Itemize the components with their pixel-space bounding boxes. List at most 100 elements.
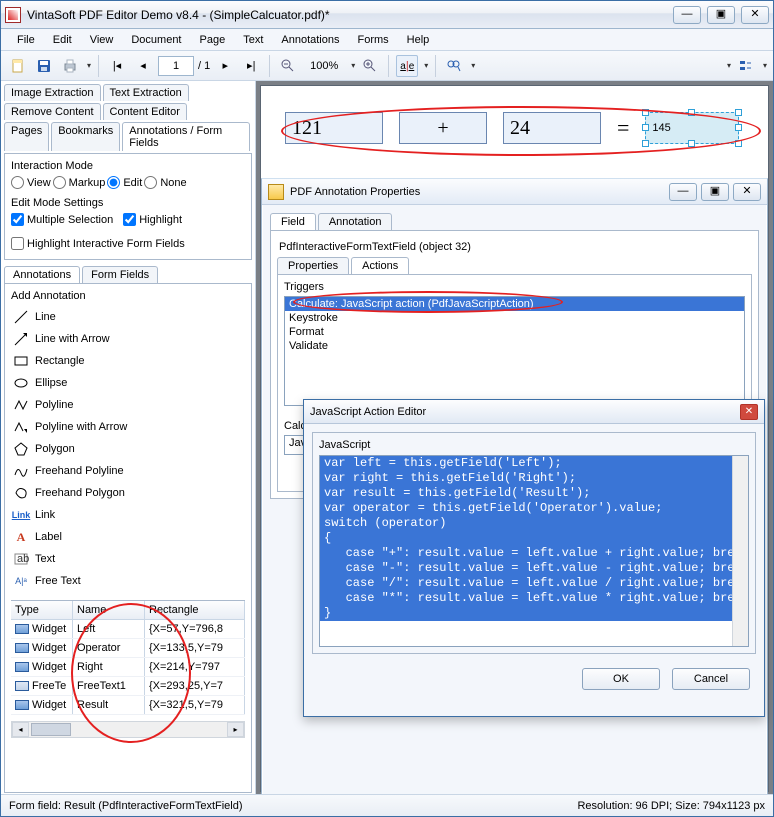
code-editor[interactable]: var left = this.getField('Left'); var ri… xyxy=(319,455,749,647)
field-left[interactable]: 121 xyxy=(285,112,383,144)
field-right[interactable]: 24 xyxy=(503,112,601,144)
annotation-rectangle[interactable]: Rectangle xyxy=(11,350,245,372)
menu-help[interactable]: Help xyxy=(399,32,438,48)
minimize-button[interactable]: — xyxy=(669,183,697,201)
annotation-freehand-polygon[interactable]: Freehand Polygon xyxy=(11,482,245,504)
trigger-keystroke[interactable]: Keystroke xyxy=(285,311,744,325)
scroll-thumb[interactable] xyxy=(31,723,71,736)
horizontal-scrollbar[interactable]: ◂ ▸ xyxy=(11,721,245,738)
tab-form-fields-inner[interactable]: Form Fields xyxy=(82,266,158,283)
zoom-in-icon[interactable] xyxy=(359,55,381,77)
prev-page-icon[interactable]: ◂ xyxy=(132,55,154,77)
annotation-text[interactable]: abText xyxy=(11,548,245,570)
menu-view[interactable]: View xyxy=(82,32,122,48)
trigger-calculate[interactable]: Calculate: JavaScript action (PdfJavaScr… xyxy=(285,297,744,311)
tab-annotation[interactable]: Annotation xyxy=(318,213,393,230)
tab-text-extraction[interactable]: Text Extraction xyxy=(103,84,189,101)
chevron-down-icon[interactable]: ▾ xyxy=(424,61,428,70)
field-result[interactable]: 145 xyxy=(645,112,739,144)
annotation-polygon[interactable]: Polygon xyxy=(11,438,245,460)
table-row[interactable]: WidgetOperator{X=133,5,Y=79 xyxy=(11,639,245,658)
text-select-icon[interactable]: a|e xyxy=(396,55,418,77)
close-button[interactable]: ✕ xyxy=(740,404,758,420)
close-button[interactable]: ✕ xyxy=(733,183,761,201)
table-row[interactable]: FreeTeFreeText1{X=293,25,Y=7 xyxy=(11,677,245,696)
table-row[interactable]: WidgetRight{X=214,Y=797 xyxy=(11,658,245,677)
resize-handle[interactable] xyxy=(688,109,695,116)
resize-handle[interactable] xyxy=(735,124,742,131)
col-rectangle[interactable]: Rectangle xyxy=(145,601,245,619)
resize-handle[interactable] xyxy=(735,109,742,116)
tab-pages[interactable]: Pages xyxy=(4,122,49,151)
resize-handle[interactable] xyxy=(642,109,649,116)
resize-handle[interactable] xyxy=(642,124,649,131)
annotation-link[interactable]: LinkLink xyxy=(11,504,245,526)
chevron-down-icon[interactable]: ▾ xyxy=(351,61,355,70)
tab-image-extraction[interactable]: Image Extraction xyxy=(4,84,101,101)
resize-handle[interactable] xyxy=(735,140,742,147)
save-icon[interactable] xyxy=(33,55,55,77)
scroll-left-icon[interactable]: ◂ xyxy=(12,722,29,737)
annotation-free-text[interactable]: A|ᵃFree Text xyxy=(11,570,245,592)
tab-actions[interactable]: Actions xyxy=(351,257,409,274)
checkbox-highlight[interactable]: Highlight xyxy=(123,213,182,226)
annotation-ellipse[interactable]: Ellipse xyxy=(11,372,245,394)
annotation-polyline[interactable]: Polyline xyxy=(11,394,245,416)
trigger-format[interactable]: Format xyxy=(285,325,744,339)
tab-bookmarks[interactable]: Bookmarks xyxy=(51,122,120,151)
find-icon[interactable] xyxy=(443,55,465,77)
col-name[interactable]: Name xyxy=(73,601,145,619)
tab-remove-content[interactable]: Remove Content xyxy=(4,103,101,120)
menu-text[interactable]: Text xyxy=(235,32,271,48)
trigger-validate[interactable]: Validate xyxy=(285,339,744,353)
maximize-button[interactable]: ▣ xyxy=(707,6,735,24)
settings-icon[interactable] xyxy=(735,55,757,77)
cancel-button[interactable]: Cancel xyxy=(672,668,750,690)
annotation-line-arrow[interactable]: Line with Arrow xyxy=(11,328,245,350)
menu-file[interactable]: File xyxy=(9,32,43,48)
menu-annotations[interactable]: Annotations xyxy=(273,32,347,48)
menu-document[interactable]: Document xyxy=(123,32,189,48)
checkbox-highlight-fields[interactable]: Highlight Interactive Form Fields xyxy=(11,237,245,250)
triggers-list[interactable]: Calculate: JavaScript action (PdfJavaScr… xyxy=(284,296,745,406)
tab-annotations-form-fields[interactable]: Annotations / Form Fields xyxy=(122,122,250,151)
table-row[interactable]: WidgetResult{X=321,5,Y=79 xyxy=(11,696,245,715)
maximize-button[interactable]: ▣ xyxy=(701,183,729,201)
tab-annotations-inner[interactable]: Annotations xyxy=(4,266,80,283)
chevron-down-icon[interactable]: ▾ xyxy=(727,61,731,70)
field-operator[interactable]: + xyxy=(399,112,487,144)
resize-handle[interactable] xyxy=(642,140,649,147)
tab-field[interactable]: Field xyxy=(270,213,316,230)
annotation-polyline-arrow[interactable]: Polyline with Arrow xyxy=(11,416,245,438)
menu-page[interactable]: Page xyxy=(192,32,234,48)
annotation-freehand-polyline[interactable]: Freehand Polyline xyxy=(11,460,245,482)
resize-handle[interactable] xyxy=(688,140,695,147)
menu-edit[interactable]: Edit xyxy=(45,32,80,48)
chevron-down-icon[interactable]: ▾ xyxy=(763,61,767,70)
tab-content-editor[interactable]: Content Editor xyxy=(103,103,187,120)
menu-forms[interactable]: Forms xyxy=(350,32,397,48)
scroll-right-icon[interactable]: ▸ xyxy=(227,722,244,737)
annotation-label[interactable]: ALabel xyxy=(11,526,245,548)
minimize-button[interactable]: — xyxy=(673,6,701,24)
tab-properties[interactable]: Properties xyxy=(277,257,349,274)
zoom-out-icon[interactable] xyxy=(277,55,299,77)
col-type[interactable]: Type xyxy=(11,601,73,619)
last-page-icon[interactable]: ▸| xyxy=(240,55,262,77)
radio-edit[interactable]: Edit xyxy=(107,176,142,189)
radio-view[interactable]: View xyxy=(11,176,51,189)
chevron-down-icon[interactable]: ▾ xyxy=(471,61,475,70)
ok-button[interactable]: OK xyxy=(582,668,660,690)
chevron-down-icon[interactable]: ▾ xyxy=(87,61,91,70)
next-page-icon[interactable]: ▸ xyxy=(214,55,236,77)
first-page-icon[interactable]: |◂ xyxy=(106,55,128,77)
print-icon[interactable] xyxy=(59,55,81,77)
new-icon[interactable] xyxy=(7,55,29,77)
vertical-scrollbar[interactable] xyxy=(732,456,748,646)
checkbox-multiple-selection[interactable]: Multiple Selection xyxy=(11,213,113,226)
radio-markup[interactable]: Markup xyxy=(53,176,106,189)
annotation-line[interactable]: Line xyxy=(11,306,245,328)
table-row[interactable]: WidgetLeft{X=57,Y=796,8 xyxy=(11,620,245,639)
radio-none[interactable]: None xyxy=(144,176,186,189)
page-number-input[interactable] xyxy=(158,56,194,76)
